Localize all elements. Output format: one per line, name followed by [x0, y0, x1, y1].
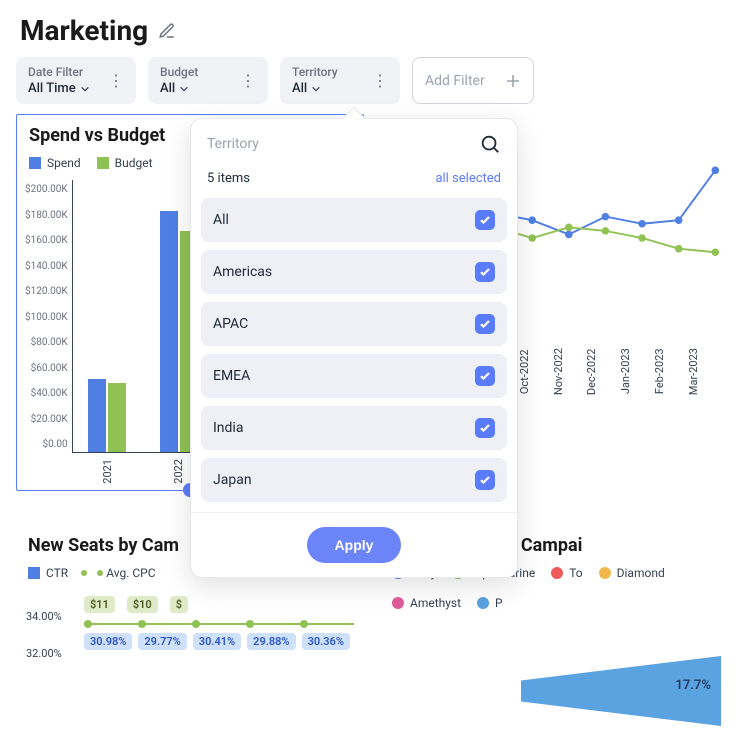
ctr-badge: 30.41%	[193, 633, 241, 650]
checkbox-checked-icon[interactable]	[475, 262, 495, 282]
legend-label: Diamond	[617, 566, 665, 580]
filter-more-icon[interactable]: ⋮	[358, 71, 388, 90]
filter-value: All	[292, 81, 307, 96]
filter-label: Date Filter	[28, 65, 90, 79]
add-filter-label: Add Filter	[425, 73, 485, 89]
territory-option[interactable]: Americas	[201, 250, 507, 294]
x-tick: 2021	[101, 459, 114, 484]
checkbox-checked-icon[interactable]	[475, 418, 495, 438]
option-label: All	[213, 212, 229, 228]
cpc-badges: $11 $10 $	[84, 596, 354, 613]
filter-bar: Date Filter All Time ⋮ Budget All ⋮ Terr…	[0, 57, 737, 114]
legend-dot-p	[477, 597, 489, 609]
cpc-line	[84, 623, 354, 625]
option-label: Americas	[213, 264, 272, 280]
legend-label: Budget	[115, 156, 153, 170]
plus-icon	[505, 73, 521, 89]
legend-swatch-ctr	[28, 567, 40, 579]
filter-more-icon[interactable]: ⋮	[226, 71, 256, 90]
x-tick: Oct-2022	[518, 348, 552, 395]
legend-label: To	[569, 566, 582, 580]
chevron-down-icon	[311, 84, 321, 94]
territory-option[interactable]: APAC	[201, 302, 507, 346]
popover-count: 5 items	[207, 171, 250, 186]
cpc-badge: $11	[84, 596, 115, 613]
edit-icon[interactable]	[158, 22, 176, 40]
ctr-badges: 30.98% 29.77% 30.41% 29.88% 30.36%	[84, 633, 354, 650]
ctr-badge: 29.88%	[247, 633, 295, 650]
conversion-pct: 17.7%	[675, 678, 711, 693]
legend-dot-amethyst	[392, 597, 404, 609]
filter-value: All	[160, 81, 175, 96]
cpc-badge: $10	[127, 596, 158, 613]
chevron-down-icon	[179, 84, 189, 94]
ctr-badge: 30.36%	[302, 633, 350, 650]
legend-label: Avg. CPC	[106, 566, 155, 580]
option-label: APAC	[213, 316, 248, 332]
x-tick: Dec-2022	[585, 348, 619, 395]
apply-button[interactable]: Apply	[307, 527, 402, 563]
filter-chip-territory[interactable]: Territory All ⋮	[280, 57, 400, 104]
option-label: India	[213, 420, 243, 436]
popover-title: Territory	[207, 136, 259, 152]
checkbox-checked-icon[interactable]	[475, 210, 495, 230]
checkbox-checked-icon[interactable]	[475, 314, 495, 334]
y-axis: 34.00% 32.00%	[26, 610, 62, 660]
x-tick: 2022	[172, 459, 185, 484]
territory-option[interactable]: Japan	[201, 458, 507, 502]
checkbox-checked-icon[interactable]	[475, 470, 495, 490]
territory-option[interactable]: EMEA	[201, 354, 507, 398]
filter-chip-budget[interactable]: Budget All ⋮	[148, 57, 268, 104]
filter-label: Budget	[160, 65, 198, 79]
bar	[108, 383, 126, 453]
cpc-badge: $	[170, 596, 188, 613]
territory-popover: Territory 5 items all selected All Americ…	[190, 118, 518, 578]
ctr-badge: 30.98%	[84, 633, 132, 650]
legend-swatch-budget	[97, 157, 109, 169]
option-list: All Americas APAC EMEA India Japan	[191, 198, 517, 512]
option-label: EMEA	[213, 368, 250, 384]
legend-swatch-cpc	[84, 572, 100, 574]
checkbox-checked-icon[interactable]	[475, 366, 495, 386]
x-tick: Mar-2023	[687, 348, 721, 395]
legend-label: Amethyst	[410, 596, 461, 610]
legend-swatch-spend	[29, 157, 41, 169]
add-filter-button[interactable]: Add Filter	[412, 57, 534, 104]
x-tick: Feb-2023	[653, 348, 687, 395]
filter-more-icon[interactable]: ⋮	[94, 71, 124, 90]
all-selected-link[interactable]: all selected	[435, 171, 501, 186]
filter-label: Territory	[292, 65, 338, 79]
x-tick: Jan-2023	[619, 348, 653, 395]
legend-label: CTR	[46, 566, 68, 580]
legend-dot-topaz	[551, 567, 563, 579]
legend-label: P	[495, 596, 503, 610]
page-title: Marketing	[20, 14, 148, 47]
search-icon[interactable]	[479, 133, 501, 155]
y-axis: $200.00K$180.00K$160.00K$140.00K$120.00K…	[25, 180, 72, 484]
x-tick: Nov-2022	[552, 348, 586, 395]
territory-option[interactable]: India	[201, 406, 507, 450]
ctr-badge: 29.77%	[138, 633, 186, 650]
territory-option[interactable]: All	[201, 198, 507, 242]
bar	[160, 211, 178, 452]
legend-dot-diamond	[599, 567, 611, 579]
option-label: Japan	[213, 472, 252, 488]
legend-label: Spend	[47, 156, 81, 170]
filter-value: All Time	[28, 81, 76, 96]
chevron-down-icon	[80, 84, 90, 94]
filter-chip-date[interactable]: Date Filter All Time ⋮	[16, 57, 136, 104]
bar	[88, 379, 106, 453]
